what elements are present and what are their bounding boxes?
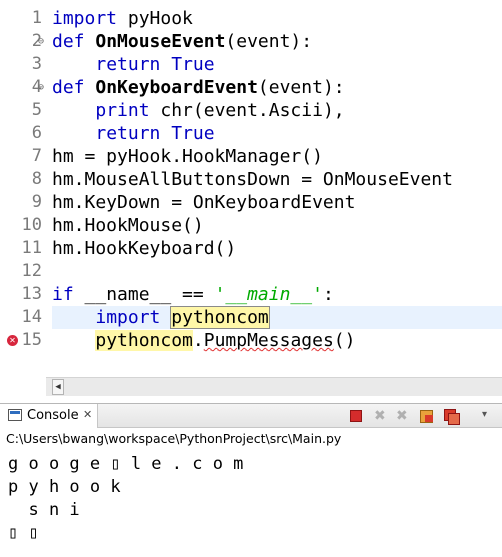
remove-all-terminated-button[interactable]: ✖ xyxy=(396,409,410,423)
code-token: pythoncom xyxy=(95,330,193,351)
view-menu-chevron-down-icon[interactable]: ▾ xyxy=(482,409,496,423)
code-token: pyHook xyxy=(117,8,193,29)
tab-console[interactable]: Console ✕ xyxy=(0,404,98,428)
code-token: True xyxy=(171,123,215,144)
line-number: 6 xyxy=(31,123,42,143)
line-number: 1 xyxy=(31,8,42,28)
console-icon xyxy=(8,409,22,421)
code-token: pythoncom xyxy=(170,306,270,329)
code-token: True xyxy=(171,54,215,75)
line-number: 12 xyxy=(21,261,42,281)
display-selected-console-button[interactable] xyxy=(444,409,460,425)
code-token: chr(event.Ascii), xyxy=(149,100,345,121)
code-token: () xyxy=(333,330,356,351)
code-line[interactable]: def OnMouseEvent(event): xyxy=(52,30,502,53)
code-line-current[interactable]: import pythoncom xyxy=(52,306,502,329)
terminate-button[interactable] xyxy=(350,410,362,422)
console-tab-label: Console xyxy=(27,408,79,423)
code-token: def xyxy=(52,77,85,98)
text-caret xyxy=(268,308,270,326)
line-number: 5 xyxy=(31,100,42,120)
code-line[interactable]: if __name__ == '__main__': xyxy=(52,283,502,306)
code-line[interactable]: return True xyxy=(52,53,502,76)
line-number: 8 xyxy=(31,169,42,189)
console-panel: Console ✕ ✖ ✖ ▾ C:\Users\bwang\workspace… xyxy=(0,403,502,557)
line-number: 14 xyxy=(21,307,42,327)
clear-console-button[interactable] xyxy=(420,409,434,423)
code-token: hm.KeyDown = OnKeyboardEvent xyxy=(52,192,356,213)
line-number: 11 xyxy=(21,238,42,258)
code-token: OnKeyboardEvent xyxy=(95,77,258,98)
horizontal-scrollbar[interactable]: ◀ xyxy=(46,377,502,396)
scroll-left-arrow-icon[interactable]: ◀ xyxy=(52,379,64,395)
code-token: (event): xyxy=(225,31,313,52)
error-marker-icon[interactable]: ✕ xyxy=(7,335,18,346)
code-token: : xyxy=(322,284,334,305)
code-token: OnMouseEvent xyxy=(95,31,226,52)
console-output-line: s n i xyxy=(8,500,80,520)
code-line[interactable]: hm.HookMouse() xyxy=(52,214,502,237)
code-line[interactable]: def OnKeyboardEvent(event): xyxy=(52,76,502,99)
code-line[interactable]: import pyHook xyxy=(52,7,502,30)
line-number-gutter: 1 2 ⊖ 3 4 ⊖ 5 6 7 8 9 10 11 12 13 14 15 ✕ xyxy=(0,0,46,378)
code-token: def xyxy=(52,31,85,52)
code-line[interactable]: hm.KeyDown = OnKeyboardEvent xyxy=(52,191,502,214)
console-output-line: ▯ ▯ xyxy=(8,523,39,543)
console-tab-bar: Console ✕ ✖ ✖ ▾ xyxy=(0,404,502,428)
line-number: 9 xyxy=(31,192,42,212)
code-token: hm.HookKeyboard() xyxy=(52,238,237,259)
code-token: import xyxy=(95,307,161,328)
code-token: PumpMessages xyxy=(203,330,334,351)
code-line[interactable]: hm.MouseAllButtonsDown = OnMouseEvent xyxy=(52,168,502,191)
code-line[interactable]: hm = pyHook.HookManager() xyxy=(52,145,502,168)
line-number: 3 xyxy=(31,54,42,74)
fold-collapse-icon[interactable]: ⊖ xyxy=(35,76,47,99)
code-token: hm.MouseAllButtonsDown = OnMouseEvent xyxy=(52,169,453,190)
code-token: print xyxy=(95,100,150,121)
fold-collapse-icon[interactable]: ⊖ xyxy=(35,30,47,53)
line-number: 13 xyxy=(21,284,42,304)
code-editor[interactable]: 1 2 ⊖ 3 4 ⊖ 5 6 7 8 9 10 11 12 13 14 15 ✕ import pyHook de… xyxy=(0,0,502,400)
code-line[interactable] xyxy=(52,260,502,283)
code-token: hm.HookMouse() xyxy=(52,215,204,236)
close-icon[interactable]: ✕ xyxy=(83,408,92,421)
line-number: 7 xyxy=(31,146,42,166)
code-line[interactable]: hm.HookKeyboard() xyxy=(52,237,502,260)
code-token: if xyxy=(52,284,74,305)
code-line[interactable]: print chr(event.Ascii), xyxy=(52,99,502,122)
code-line[interactable]: return True xyxy=(52,122,502,145)
console-output-line: p y h o o k xyxy=(8,477,121,497)
code-line[interactable]: pythoncom.PumpMessages() xyxy=(52,329,502,352)
code-token: hm = pyHook.HookManager() xyxy=(52,146,323,167)
code-token: (event): xyxy=(257,77,345,98)
console-output-line: g o o g e ▯ l e . c o m xyxy=(8,454,244,474)
code-token: return xyxy=(95,54,161,75)
line-number: 10 xyxy=(21,215,42,235)
remove-launch-button[interactable]: ✖ xyxy=(374,409,388,423)
code-token: __name__ == xyxy=(73,284,215,305)
code-token: '__main__' xyxy=(214,284,323,305)
code-token: . xyxy=(192,330,204,351)
code-token: return xyxy=(95,123,161,144)
code-token: import xyxy=(52,8,118,29)
console-process-path: C:\Users\bwang\workspace\PythonProject\s… xyxy=(6,431,342,446)
